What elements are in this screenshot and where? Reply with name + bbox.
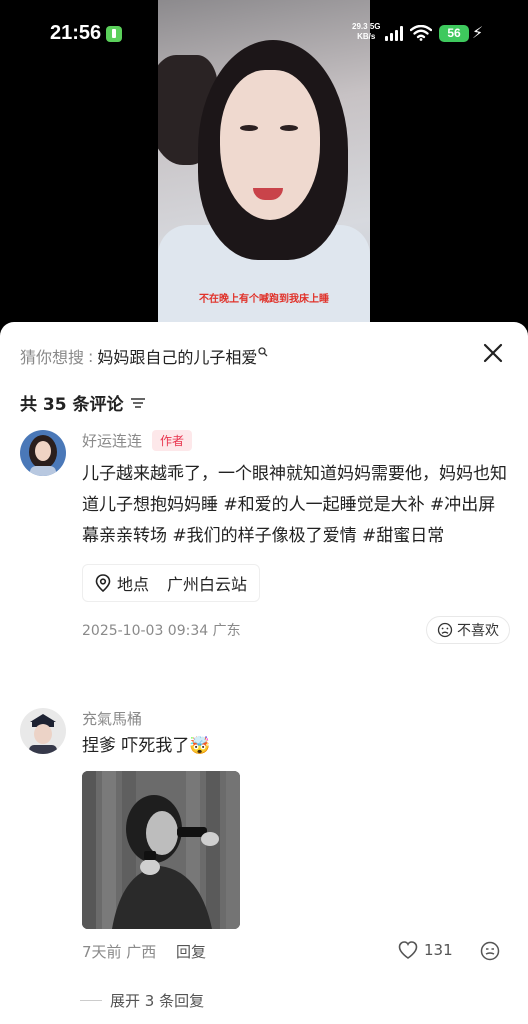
comment-time-location: 7天前 广西 bbox=[82, 943, 157, 961]
expand-replies-button[interactable]: 展开 3 条回复 bbox=[80, 990, 204, 1011]
reply-button[interactable]: 回复 bbox=[176, 941, 206, 962]
battery-icon: 56 bbox=[439, 25, 469, 42]
signal-icon bbox=[385, 26, 403, 41]
avatar[interactable] bbox=[20, 708, 66, 754]
comment-sheet: 猜你想搜 : 妈妈跟自己的儿子相爱 共 35 条评论 好运连连 作者 儿子越来越… bbox=[0, 322, 528, 1024]
comment-body: 充氣馬桶 捏爹 吓死我了🤯 7天前 广西 回复 131 bbox=[82, 708, 512, 965]
like-count: 131 bbox=[424, 941, 453, 959]
charging-icon: ⚡ bbox=[472, 23, 484, 42]
comment-body: 好运连连 作者 儿子越来越乖了，一个眼神就知道妈妈需要他，妈妈也知道儿子想抱妈妈… bbox=[82, 430, 512, 644]
author-badge: 作者 bbox=[152, 430, 193, 451]
chat-notification-icon bbox=[106, 26, 122, 42]
location-value: 广州白云站 bbox=[167, 575, 248, 594]
comment-username[interactable]: 充氣馬桶 bbox=[82, 708, 142, 729]
heart-icon bbox=[398, 941, 418, 959]
location-label: 地点 bbox=[117, 575, 150, 594]
net-type: 5G bbox=[369, 22, 381, 31]
close-icon[interactable] bbox=[482, 342, 504, 364]
dislike-label: 不喜欢 bbox=[457, 623, 499, 639]
comment-image[interactable] bbox=[82, 771, 240, 929]
filter-icon[interactable] bbox=[130, 396, 146, 410]
expand-divider bbox=[80, 1000, 102, 1001]
network-speed: 29.3 5G KB/s bbox=[352, 22, 380, 42]
comment-date: 2025-10-03 09:34 广东 bbox=[82, 623, 241, 639]
emoji-icon[interactable] bbox=[480, 941, 500, 961]
expand-replies-label: 展开 3 条回复 bbox=[110, 992, 205, 1010]
comment-username-row: 充氣馬桶 bbox=[82, 708, 512, 729]
guess-search-query[interactable]: 妈妈跟自己的儿子相爱 bbox=[97, 344, 257, 368]
video-eye-right bbox=[280, 125, 298, 131]
avatar[interactable] bbox=[20, 430, 66, 476]
comments-count-header: 共 35 条评论 bbox=[20, 390, 146, 415]
comment-text[interactable]: 儿子越来越乖了，一个眼神就知道妈妈需要他，妈妈也知道儿子想抱妈妈睡 #和爱的人一… bbox=[82, 459, 512, 552]
location-chip[interactable]: 地点 广州白云站 bbox=[82, 564, 261, 602]
comments-count: 共 35 条评论 bbox=[20, 395, 124, 415]
net-speed-value: 29.3 bbox=[352, 22, 368, 31]
video-subtitle: 不在晚上有个喊跑到我床上睡 bbox=[199, 294, 329, 305]
guess-search[interactable]: 猜你想搜 : 妈妈跟自己的儿子相爱 bbox=[20, 344, 268, 368]
comment-username[interactable]: 好运连连 bbox=[82, 430, 142, 451]
location-pin-icon bbox=[95, 574, 111, 592]
wifi-icon bbox=[410, 25, 432, 41]
dislike-face-icon bbox=[437, 622, 453, 638]
comment-username-row: 好运连连 作者 bbox=[82, 430, 512, 451]
comment-meta: 2025-10-03 09:34 广东 不喜欢 bbox=[82, 616, 512, 644]
comment-text[interactable]: 捏爹 吓死我了🤯 bbox=[82, 733, 512, 759]
status-bar: 21:56 29.3 5G KB/s 56 ⚡ bbox=[0, 0, 528, 70]
like-button[interactable]: 131 bbox=[398, 941, 453, 959]
guess-search-prefix: 猜你想搜 bbox=[20, 348, 85, 367]
net-speed-unit: KB/s bbox=[357, 32, 376, 41]
video-eye-left bbox=[240, 125, 258, 131]
comment-footer: 7天前 广西 回复 131 bbox=[82, 941, 512, 965]
status-time: 21:56 bbox=[50, 22, 102, 44]
search-icon bbox=[258, 347, 268, 357]
dislike-button[interactable]: 不喜欢 bbox=[426, 616, 510, 644]
guess-search-separator: : bbox=[88, 346, 94, 366]
